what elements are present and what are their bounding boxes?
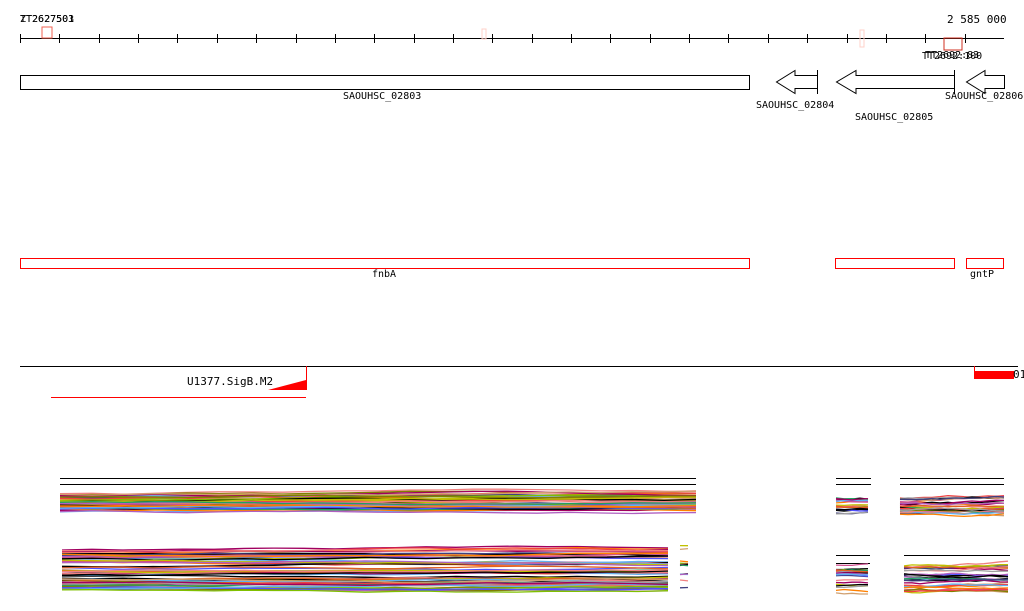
profile-line <box>835 573 869 576</box>
marker-box-faint[interactable] <box>481 28 487 40</box>
marker-label: TT2692:83 <box>925 50 980 61</box>
motif-bar[interactable] <box>974 371 1014 379</box>
operon-label: gntP <box>970 269 995 280</box>
ruler-start-label: ZT2627503 <box>20 14 75 25</box>
profile-line <box>679 560 689 563</box>
coordinate-ruler <box>20 34 1004 43</box>
profile-line <box>679 547 689 551</box>
ruler-end-label: 2 585 000 <box>947 13 1007 26</box>
gene-label: SAOUHSC_02806 <box>945 91 1024 102</box>
profile-line <box>835 504 869 507</box>
gene-label: SAOUHSC_02805 <box>855 112 934 123</box>
gene-SAOUHSC_02805[interactable] <box>835 69 955 95</box>
motif-score-ramp[interactable] <box>268 380 306 390</box>
profile-line <box>679 564 689 567</box>
profile-line <box>835 588 869 593</box>
marker-box[interactable] <box>943 37 963 51</box>
profile-line <box>679 573 689 576</box>
gene-SAOUHSC_02804[interactable] <box>775 69 818 95</box>
genome-browser-canvas <box>20 26 1018 595</box>
gene-label: SAOUHSC_02804 <box>756 100 835 111</box>
motif-right-label: 01 <box>1013 368 1024 381</box>
motif-label: U1377.SigB.M2 <box>187 375 274 388</box>
marker-box[interactable] <box>41 26 53 39</box>
profile-line <box>835 563 869 567</box>
profile-line <box>835 592 868 595</box>
profile-line <box>679 579 689 582</box>
operon-label: fnbA <box>372 269 397 280</box>
operon-gntP[interactable] <box>966 258 1004 269</box>
profile-line <box>835 578 869 582</box>
expression-profiles <box>59 478 1010 595</box>
gene-SAOUHSC_02803[interactable] <box>20 75 750 90</box>
operon-fnbA[interactable] <box>20 258 750 269</box>
gene-label: SAOUHSC_02803 <box>343 91 422 102</box>
operon-unnamed[interactable] <box>835 258 955 269</box>
profile-line <box>835 581 869 584</box>
